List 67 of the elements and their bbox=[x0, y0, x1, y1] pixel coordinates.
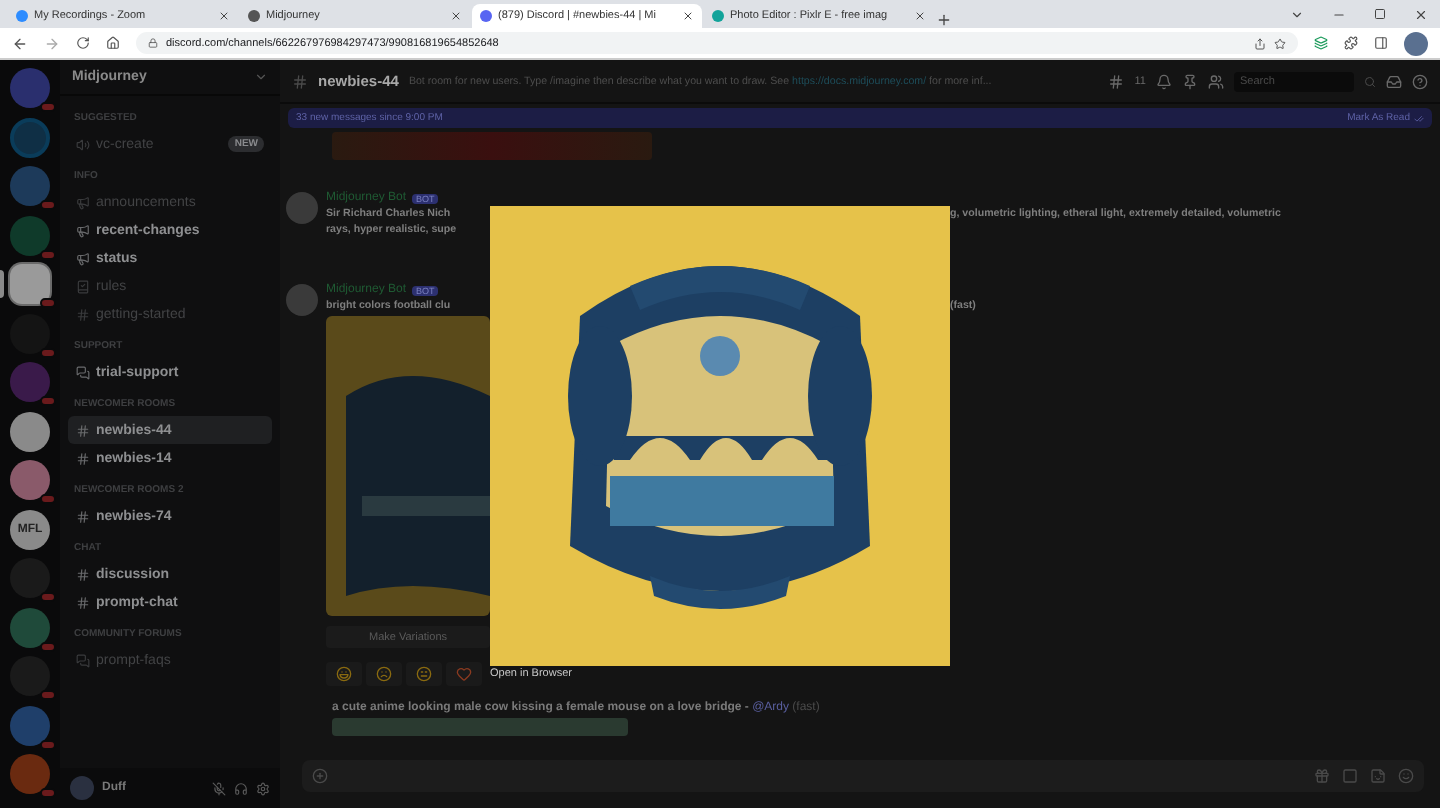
reaction-button[interactable] bbox=[406, 662, 442, 686]
bot-avatar bbox=[286, 192, 318, 224]
new-tab-icon[interactable] bbox=[936, 12, 952, 28]
bell-icon[interactable] bbox=[1156, 73, 1172, 89]
hash-icon bbox=[76, 595, 90, 609]
favicon-icon bbox=[16, 10, 28, 22]
favicon-icon bbox=[712, 10, 724, 22]
face-icon bbox=[416, 666, 432, 682]
share-icon[interactable] bbox=[1254, 37, 1266, 49]
sticker-icon[interactable] bbox=[1370, 768, 1386, 784]
megaphone-icon bbox=[76, 251, 90, 265]
search-icon bbox=[1364, 75, 1376, 87]
reload-icon[interactable] bbox=[76, 36, 90, 50]
star-icon[interactable] bbox=[1274, 37, 1286, 49]
members-icon[interactable] bbox=[1208, 73, 1224, 89]
reaction-button[interactable] bbox=[446, 662, 482, 686]
close-icon[interactable] bbox=[218, 10, 230, 22]
server-icon[interactable] bbox=[10, 460, 50, 500]
lock-icon bbox=[148, 38, 158, 48]
server-icon[interactable] bbox=[10, 411, 50, 451]
plus-icon[interactable] bbox=[312, 768, 328, 784]
message-input[interactable] bbox=[302, 760, 1424, 792]
close-icon[interactable] bbox=[450, 10, 462, 22]
speaker-icon bbox=[76, 137, 90, 151]
check-icon bbox=[1414, 113, 1424, 123]
puzzle-icon[interactable] bbox=[1344, 36, 1358, 50]
reaction-button[interactable] bbox=[326, 662, 362, 686]
hash-icon bbox=[76, 307, 90, 321]
chat-bubbles-icon bbox=[76, 365, 90, 379]
close-icon[interactable] bbox=[914, 10, 926, 22]
close-icon[interactable] bbox=[1414, 7, 1428, 21]
hash-icon bbox=[76, 451, 90, 465]
back-icon[interactable] bbox=[12, 35, 28, 51]
chevron-down-icon[interactable] bbox=[1290, 7, 1304, 21]
gift-icon[interactable] bbox=[1314, 768, 1330, 784]
favicon-icon bbox=[248, 10, 260, 22]
hash-icon bbox=[76, 567, 90, 581]
extension-icon[interactable] bbox=[1314, 36, 1328, 50]
pin-icon[interactable] bbox=[1182, 73, 1198, 89]
laughing-face-icon bbox=[336, 666, 352, 682]
maximize-icon[interactable] bbox=[1374, 8, 1386, 20]
hash-icon bbox=[76, 509, 90, 523]
megaphone-icon bbox=[76, 195, 90, 209]
book-icon bbox=[76, 279, 90, 293]
headphones-icon[interactable] bbox=[234, 781, 248, 795]
crest-image-drawing[interactable] bbox=[326, 316, 490, 616]
chevron-down-icon bbox=[254, 70, 268, 84]
hash-icon bbox=[76, 423, 90, 437]
megaphone-icon bbox=[76, 223, 90, 237]
profile-avatar[interactable] bbox=[1404, 31, 1428, 55]
chat-bubbles-icon bbox=[76, 653, 90, 667]
emoji-icon[interactable] bbox=[1398, 768, 1414, 784]
bot-avatar bbox=[286, 284, 318, 316]
help-icon[interactable] bbox=[1412, 73, 1428, 89]
close-icon[interactable] bbox=[682, 10, 694, 22]
settings-icon[interactable] bbox=[256, 781, 270, 795]
favicon-icon bbox=[480, 10, 492, 22]
heart-icon bbox=[456, 666, 472, 682]
forward-icon[interactable] bbox=[44, 35, 60, 51]
side-panel-icon[interactable] bbox=[1374, 36, 1388, 50]
inbox-icon[interactable] bbox=[1386, 73, 1402, 89]
hash-icon bbox=[292, 73, 308, 89]
home-icon[interactable] bbox=[106, 36, 120, 50]
frowning-face-icon bbox=[376, 666, 392, 682]
mic-off-icon[interactable] bbox=[212, 781, 226, 795]
reaction-button[interactable] bbox=[366, 662, 402, 686]
threads-icon[interactable] bbox=[1108, 73, 1125, 89]
